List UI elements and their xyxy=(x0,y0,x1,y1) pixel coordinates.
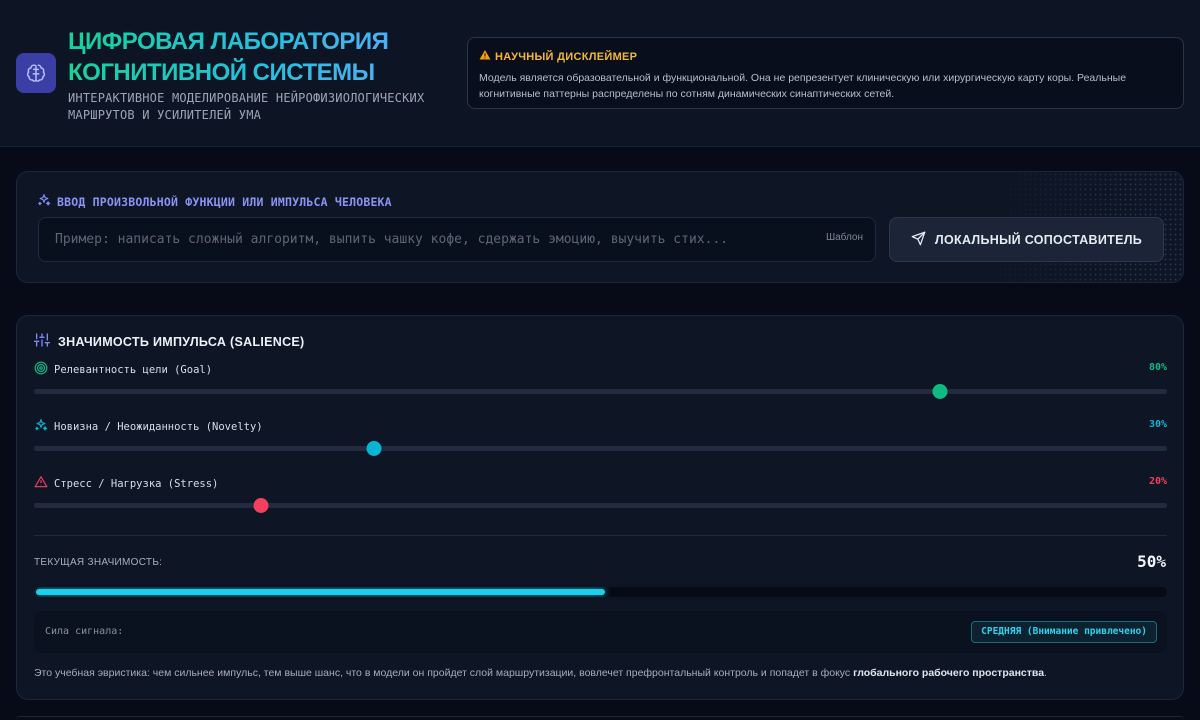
salience-progress-fill xyxy=(36,589,605,595)
sparkles-icon xyxy=(34,418,48,435)
impulse-input-card: ВВОД ПРОИЗВОЛЬНОЙ ФУНКЦИИ ИЛИ ИМПУЛЬСА Ч… xyxy=(16,171,1184,283)
page-subtitle: ИНТЕРАКТИВНОЕ МОДЕЛИРОВАНИЕ НЕЙРОФИЗИОЛО… xyxy=(68,91,425,122)
disclaimer-panel: НАУЧНЫЙ ДИСКЛЕЙМЕР Модель является образ… xyxy=(467,37,1184,109)
local-matcher-label: ЛОКАЛЬНЫЙ СОПОСТАВИТЕЛЬ xyxy=(934,232,1143,247)
current-salience-label: ТЕКУЩАЯ ЗНАЧИМОСТЬ: xyxy=(34,557,163,568)
slider-stress-value: 20% xyxy=(1148,476,1167,487)
impulse-input[interactable] xyxy=(39,218,819,261)
signal-strength-label: Сила сигнала: xyxy=(45,626,124,637)
send-icon xyxy=(911,231,926,249)
slider-goal-track[interactable] xyxy=(34,384,1167,399)
salience-card: ЗНАЧИМОСТЬ ИМПУЛЬСА (SALIENCE) Релевантн… xyxy=(16,315,1184,700)
salience-heading: ЗНАЧИМОСТЬ ИМПУЛЬСА (SALIENCE) xyxy=(34,332,305,351)
salience-progress-bar xyxy=(34,587,1167,597)
signal-strength-box: Сила сигнала: СРЕДНЯЯ (Внимание привлече… xyxy=(34,611,1167,653)
slider-stress: Стресс / Нагрузка (Stress) 20% xyxy=(34,475,1167,525)
sliders-icon xyxy=(34,332,50,351)
disclaimer-heading: НАУЧНЫЙ ДИСКЛЕЙМЕР xyxy=(479,49,1172,64)
slider-novelty-track[interactable] xyxy=(34,441,1167,456)
footnote-text: Это учебная эвристика: чем сильнее импул… xyxy=(34,667,854,679)
input-section-label: ВВОД ПРОИЗВОЛЬНОЙ ФУНКЦИИ ИЛИ ИМПУЛЬСА Ч… xyxy=(37,193,392,210)
slider-goal-label: Релевантность цели (Goal) xyxy=(54,363,213,376)
salience-title: ЗНАЧИМОСТЬ ИМПУЛЬСА (SALIENCE) xyxy=(58,334,305,349)
warning-icon xyxy=(479,49,491,64)
page-title: ЦИФРОВАЯ ЛАБОРАТОРИЯ КОГНИТИВНОЙ СИСТЕМЫ xyxy=(68,26,448,88)
slider-stress-label: Стресс / Нагрузка (Stress) xyxy=(54,477,219,490)
slider-novelty-label: Новизна / Неожиданность (Novelty) xyxy=(54,420,263,433)
section-divider xyxy=(34,535,1167,536)
slider-goal-thumb[interactable] xyxy=(932,384,948,399)
footnote-emphasis: глобального рабочего пространства xyxy=(853,667,1045,679)
disclaimer-text: Модель является образовательной и функци… xyxy=(479,72,1127,100)
disclaimer-title: НАУЧНЫЙ ДИСКЛЕЙМЕР xyxy=(495,50,638,63)
slider-novelty: Новизна / Неожиданность (Novelty) 30% xyxy=(34,418,1167,468)
warning-icon xyxy=(34,475,48,492)
signal-strength-badge: СРЕДНЯЯ (Внимание привлечено) xyxy=(971,621,1157,643)
slider-stress-track[interactable] xyxy=(34,498,1167,513)
app-header: ЦИФРОВАЯ ЛАБОРАТОРИЯ КОГНИТИВНОЙ СИСТЕМЫ… xyxy=(0,0,1200,147)
slider-novelty-thumb[interactable] xyxy=(366,441,382,456)
input-section-title: ВВОД ПРОИЗВОЛЬНОЙ ФУНКЦИИ ИЛИ ИМПУЛЬСА Ч… xyxy=(57,194,392,209)
slider-novelty-value: 30% xyxy=(1148,419,1167,430)
brain-icon xyxy=(16,53,56,93)
footnote-end: . xyxy=(1044,667,1047,679)
target-icon xyxy=(34,361,48,378)
local-matcher-button[interactable]: ЛОКАЛЬНЫЙ СОПОСТАВИТЕЛЬ xyxy=(889,217,1164,262)
slider-goal-value: 80% xyxy=(1148,362,1167,373)
slider-goal: Релевантность цели (Goal) 80% xyxy=(34,361,1167,411)
next-card-edge xyxy=(16,716,1184,720)
template-button[interactable]: Шаблон xyxy=(826,232,863,243)
prompt-box: Шаблон xyxy=(38,217,876,262)
salience-footnote: Это учебная эвристика: чем сильнее импул… xyxy=(34,667,1047,679)
current-salience-value: 50% xyxy=(1137,552,1166,571)
sparkles-icon xyxy=(37,193,51,210)
slider-stress-thumb[interactable] xyxy=(253,498,269,513)
